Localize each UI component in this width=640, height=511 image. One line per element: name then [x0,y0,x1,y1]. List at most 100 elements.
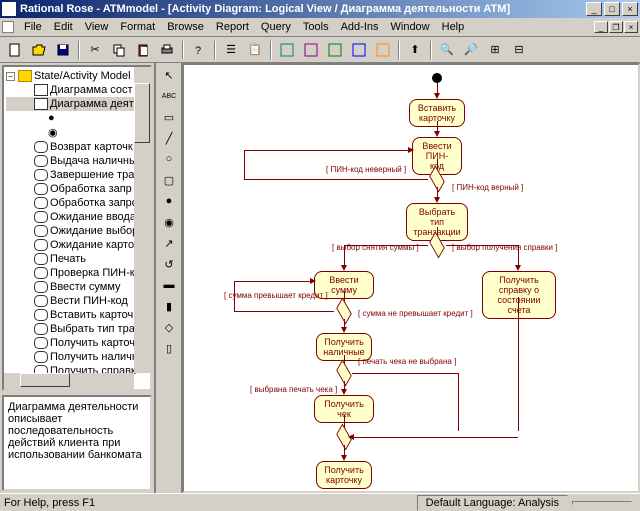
tree-item[interactable]: Завершение тра [6,168,148,182]
transition [244,179,428,180]
mdi-minimize[interactable]: _ [594,21,608,33]
collapse-icon[interactable]: − [6,72,15,81]
menu-tools[interactable]: Tools [297,19,335,35]
end-tool[interactable]: ◉ [158,212,180,232]
separator [78,41,80,59]
swimlane-tool[interactable]: ▯ [158,338,180,358]
state-tool[interactable]: ○ [158,149,180,169]
tree-hscrollbar[interactable] [4,373,134,389]
window-controls: _ □ × [586,2,638,16]
tree-item[interactable]: Проверка ПИН-к [6,266,148,280]
transition-tool[interactable]: ↗ [158,233,180,253]
statusbar: For Help, press F1 Default Language: Ana… [0,493,640,511]
decision-tool[interactable]: ◇ [158,317,180,337]
maximize-button[interactable]: □ [604,2,620,16]
tree-item[interactable]: Печать [6,252,148,266]
diagram1-button[interactable] [276,39,298,61]
print-button[interactable] [156,39,178,61]
menu-report[interactable]: Report [210,19,255,35]
tree-item[interactable]: Вставить карточ [6,308,148,322]
guard-no-receipt: [ печать чека не выбрана ] [358,357,456,366]
browse-tree-button[interactable]: ☰ [220,39,242,61]
menu-view[interactable]: View [79,19,115,35]
tree-item-diagram[interactable]: Диаграмма сост [6,83,148,97]
self-transition-tool[interactable]: ↺ [158,254,180,274]
open-button[interactable] [28,39,50,61]
titlebar: Rational Rose - ATMmodel - [Activity Dia… [0,0,640,18]
tree-vscrollbar[interactable] [134,67,150,373]
tree-browser[interactable]: − State/Activity Model Диаграмма сост Ди… [2,65,152,391]
menu-window[interactable]: Window [385,19,436,35]
minimize-button[interactable]: _ [586,2,602,16]
new-button[interactable] [4,39,26,61]
activity-icon [34,169,48,181]
main-area: − State/Activity Model Диаграмма сост Ди… [0,63,640,493]
copy-button[interactable] [108,39,130,61]
save-button[interactable] [52,39,74,61]
guard-pin-ok: [ ПИН-код верный ] [452,183,523,192]
zoom-out-button[interactable]: 🔎 [460,39,482,61]
tree-item[interactable]: Выдача наличны [6,154,148,168]
mdi-controls: _ ❐ × [594,21,638,33]
tree-item[interactable]: Получить наличн [6,350,148,364]
tree-item[interactable]: Выбрать тип тра [6,322,148,336]
note-tool[interactable]: ▭ [158,107,180,127]
tree-item[interactable]: Ожидание выбор [6,224,148,238]
vbar-tool[interactable]: ▮ [158,296,180,316]
start-tool[interactable]: ● [158,191,180,211]
doc-list-button[interactable]: 📋 [244,39,266,61]
menu-edit[interactable]: Edit [48,19,79,35]
activity-tool[interactable]: ▢ [158,170,180,190]
start-node[interactable] [432,73,442,83]
diagram4-button[interactable] [348,39,370,61]
close-button[interactable]: × [622,2,638,16]
menu-addins[interactable]: Add-Ins [335,19,385,35]
menu-browse[interactable]: Browse [161,19,210,35]
tree-node[interactable]: ◉ [6,125,148,140]
tree-item[interactable]: Вести ПИН-код [6,294,148,308]
mdi-doc-icon[interactable] [2,21,14,33]
activity-icon [34,323,48,335]
diagram2-button[interactable] [300,39,322,61]
tree-root-label: State/Activity Model [34,70,131,82]
tree-item[interactable]: Ожидание карто [6,238,148,252]
activity-get-card[interactable]: Получить карточку [316,461,372,489]
guard-pin-wrong: [ ПИН-код неверный ] [326,165,406,174]
activity-get-balance[interactable]: Получить справку о состоянии счета [482,271,556,319]
parent-button[interactable]: ⬆ [404,39,426,61]
tree-item[interactable]: Возврат карточк [6,140,148,154]
pointer-tool[interactable]: ↖ [158,65,180,85]
activity-icon [34,281,48,293]
hbar-tool[interactable]: ▬ [158,275,180,295]
tree-item[interactable]: Ожидание ввода [6,210,148,224]
anchor-tool[interactable]: ╱ [158,128,180,148]
menu-format[interactable]: Format [114,19,161,35]
transition [458,373,459,431]
paste-button[interactable] [132,39,154,61]
undo-fit-button[interactable]: ⊟ [508,39,530,61]
mdi-close[interactable]: × [624,21,638,33]
cut-button[interactable]: ✂ [84,39,106,61]
description-panel[interactable]: Диаграмма деятельности описывает последо… [2,395,152,491]
tree-item[interactable]: Обработка запро [6,196,148,210]
tree-node[interactable]: ● [6,111,148,125]
tree-item-diagram-selected[interactable]: Диаграмма деят [6,97,148,111]
tree-item[interactable]: Получить карточ [6,336,148,350]
transition [234,311,334,312]
menu-help[interactable]: Help [436,19,471,35]
tree: − State/Activity Model Диаграмма сост Ди… [4,67,150,391]
tree-item[interactable]: Обработка запр [6,182,148,196]
tree-root[interactable]: − State/Activity Model [6,69,148,83]
help-button[interactable]: ? [188,39,210,61]
diagram5-button[interactable] [372,39,394,61]
menu-file[interactable]: File [18,19,48,35]
mdi-restore[interactable]: ❐ [609,21,623,33]
text-tool[interactable]: ABC [158,86,180,106]
tree-item[interactable]: Ввести сумму [6,280,148,294]
diagram-canvas[interactable]: Вставить карточку Ввести ПИН-код [ ПИН-к… [182,63,640,493]
diagram3-button[interactable] [324,39,346,61]
menu-query[interactable]: Query [255,19,297,35]
diagram-icon [34,84,48,96]
zoom-in-button[interactable]: 🔍 [436,39,458,61]
fit-button[interactable]: ⊞ [484,39,506,61]
